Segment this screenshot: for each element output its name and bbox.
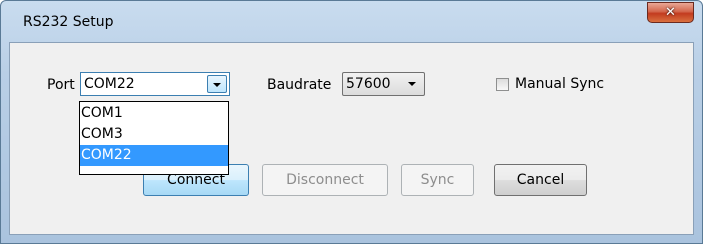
port-option-com1[interactable]: COM1 <box>80 103 228 124</box>
chevron-down-icon <box>213 83 221 87</box>
close-button[interactable]: ✕ <box>647 2 694 23</box>
port-label: Port <box>47 77 75 93</box>
baudrate-label: Baudrate <box>267 77 332 93</box>
cancel-button[interactable]: Cancel <box>494 164 587 196</box>
manual-sync-label[interactable]: Manual Sync <box>515 76 604 92</box>
baudrate-value: 57600 <box>346 76 391 92</box>
disconnect-button[interactable]: Disconnect <box>262 164 388 196</box>
window-title: RS232 Setup <box>23 14 114 30</box>
port-option-com22[interactable]: COM22 <box>80 145 228 166</box>
chevron-down-icon <box>408 82 416 86</box>
close-icon: ✕ <box>665 5 676 20</box>
port-combobox[interactable]: COM22 <box>80 72 230 96</box>
port-dropdown-list: COM1 COM3 COM22 <box>79 101 229 175</box>
port-value: COM22 <box>84 76 135 92</box>
manual-sync-checkbox[interactable] <box>496 78 509 91</box>
baudrate-combobox[interactable]: 57600 <box>342 72 425 96</box>
sync-button[interactable]: Sync <box>401 164 474 196</box>
port-option-com3[interactable]: COM3 <box>80 124 228 145</box>
port-dropdown-button[interactable] <box>207 75 227 93</box>
title-bar[interactable]: RS232 Setup ✕ <box>1 1 702 41</box>
